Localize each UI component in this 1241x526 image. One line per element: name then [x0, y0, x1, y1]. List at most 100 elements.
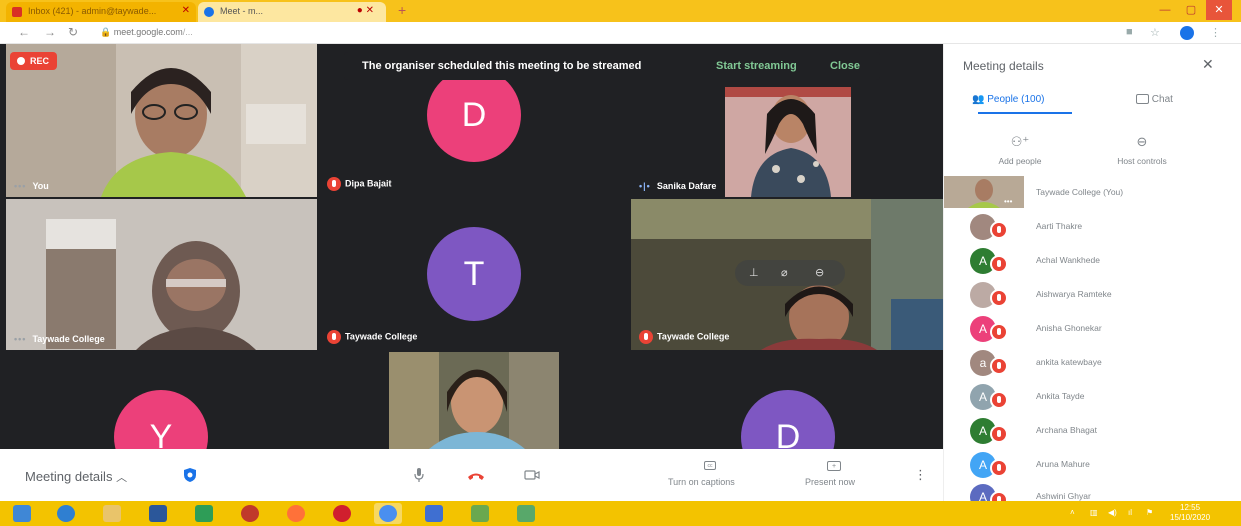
close-tab-icon[interactable]: ● ✕	[357, 5, 374, 16]
app-icon	[425, 505, 443, 522]
participant-tile-taywade-1[interactable]: ••• Taywade College	[6, 199, 317, 350]
more-options-icon[interactable]: ⋮	[914, 467, 927, 483]
participant-name: Aishwarya Ramteke	[1036, 289, 1112, 299]
taskbar-file-explorer[interactable]	[98, 503, 126, 524]
lock-icon: 🔒	[100, 27, 114, 37]
url-path: /...	[182, 27, 193, 37]
tile-hover-controls: ⊥ ⌀ ⊖	[735, 260, 845, 286]
participant-row[interactable]: A Ashwini Ghyar	[944, 480, 1241, 501]
volume-icon[interactable]: ◀)	[1108, 508, 1117, 517]
start-button[interactable]	[8, 503, 36, 524]
mic-off-icon	[990, 323, 1008, 341]
taskbar-green-app[interactable]	[190, 503, 218, 524]
participant-row[interactable]: Aarti Thakre	[944, 210, 1241, 244]
camera-permission-icon[interactable]: ■	[1126, 26, 1133, 38]
tab-meet[interactable]: Meet - m... ● ✕	[198, 2, 386, 22]
excel-icon	[517, 505, 535, 522]
shield-icon[interactable]	[183, 467, 197, 483]
taskbar-blue-app[interactable]	[420, 503, 448, 524]
participant-name: Archana Bhagat	[1036, 425, 1097, 435]
microphone-icon[interactable]	[413, 467, 425, 483]
tile-name-dipa: Dipa Bajait	[327, 177, 392, 191]
taskbar-excel[interactable]	[512, 503, 540, 524]
participant-tile-student[interactable]	[389, 352, 559, 449]
pin-icon[interactable]: ⊥	[749, 260, 759, 286]
participant-row[interactable]: A Achal Wankhede	[944, 244, 1241, 278]
meeting-details-panel: Meeting details ✕ 👥 People (100) Chat ⚇⁺…	[943, 44, 1241, 501]
host-controls-button[interactable]: ⊖ Host controls	[1102, 134, 1182, 166]
participant-row[interactable]: Taywade College (You)	[944, 176, 1241, 210]
present-now-button[interactable]: + Present now	[795, 459, 875, 495]
forward-arrow-icon[interactable]: →	[44, 25, 56, 39]
start-streaming-button[interactable]: Start streaming	[716, 52, 797, 80]
add-people-button[interactable]: ⚇⁺ Add people	[992, 134, 1048, 166]
participant-row[interactable]: Aishwarya Ramteke	[944, 278, 1241, 312]
captions-button[interactable]: cc Turn on captions	[660, 459, 760, 495]
add-people-label: Add people	[998, 156, 1042, 166]
tab-inbox[interactable]: Inbox (421) - admin@taywade... ✕	[6, 2, 196, 22]
end-call-icon[interactable]	[467, 471, 485, 481]
tab-active-indicator	[978, 112, 1072, 114]
participant-row[interactable]: A Aruna Mahure	[944, 448, 1241, 482]
network-icon[interactable]: ▥	[1090, 508, 1098, 517]
close-window-button[interactable]: ✕	[1206, 0, 1232, 20]
close-tab-icon[interactable]: ✕	[182, 5, 190, 16]
captions-label: Turn on captions	[668, 477, 735, 487]
clock-date: 15/10/2020	[1170, 513, 1211, 522]
new-tab-button[interactable]: +	[398, 2, 406, 18]
reload-icon[interactable]: ↻	[68, 25, 78, 39]
mute-participant-icon[interactable]: ⌀	[781, 260, 788, 286]
participant-tile-y[interactable]: Y	[6, 352, 317, 449]
bookmark-star-icon[interactable]: ☆	[1150, 26, 1160, 39]
participant-tile-taywade-2[interactable]: T Taywade College	[319, 199, 629, 350]
avatar-y: Y	[114, 390, 208, 449]
folder-icon	[103, 505, 121, 522]
banner-close-button[interactable]: Close	[830, 52, 860, 80]
host-controls-label: Host controls	[1117, 156, 1167, 166]
word-icon	[149, 505, 167, 522]
camera-icon[interactable]	[524, 469, 540, 481]
meeting-details-button[interactable]: Meeting details ︿	[25, 469, 127, 485]
tile-name-taywade-1: ••• Taywade College	[14, 334, 105, 344]
taskbar-word[interactable]	[144, 503, 172, 524]
taskbar-firefox[interactable]	[282, 503, 310, 524]
taskbar-chrome[interactable]	[374, 503, 402, 524]
taskbar-photos[interactable]	[466, 503, 494, 524]
avatar-taywade: T	[427, 227, 521, 321]
participant-tile-d2[interactable]: D	[631, 352, 943, 449]
participant-row[interactable]: A Ankita Tayde	[944, 380, 1241, 414]
participant-name: Taywade College (You)	[1036, 187, 1124, 197]
taskbar-red-app[interactable]	[236, 503, 264, 524]
taskbar-opera[interactable]	[328, 503, 356, 524]
participant-row[interactable]: A Anisha Ghonekar	[944, 312, 1241, 346]
back-arrow-icon[interactable]: ←	[18, 25, 30, 39]
close-panel-icon[interactable]: ✕	[1202, 56, 1214, 73]
tab-people[interactable]: 👥 People (100)	[972, 94, 1045, 105]
remove-participant-icon[interactable]: ⊖	[815, 260, 824, 286]
tile-name-sanika: •|• Sanika Dafare	[639, 181, 717, 191]
tab-chat[interactable]: Chat	[1136, 94, 1173, 105]
meet-icon	[204, 7, 214, 17]
participant-row[interactable]: a ankita katewbaye	[944, 346, 1241, 380]
chevron-up-icon: ︿	[116, 472, 128, 484]
avatar-d2: D	[741, 390, 835, 449]
participant-name: Aarti Thakre	[1036, 221, 1083, 231]
flag-icon[interactable]: ⚑	[1146, 508, 1153, 517]
more-vert-icon[interactable]: ⋮	[1210, 26, 1221, 39]
url-field[interactable]: 🔒 meet.google.com/...	[100, 27, 193, 38]
participant-name: ankita katewbaye	[1036, 357, 1102, 367]
windows-taskbar: ˄ ▥ ◀) ıl ⚑ 12:55 15/10/2020	[0, 501, 1241, 526]
internet-explorer-icon	[57, 505, 75, 522]
participant-row[interactable]: A Archana Bhagat	[944, 414, 1241, 448]
profile-avatar[interactable]	[1180, 26, 1194, 40]
browser-tab-strip: Inbox (421) - admin@taywade... ✕ Meet - …	[0, 0, 1241, 22]
tray-arrow-icon[interactable]: ˄	[1070, 508, 1075, 517]
maximize-button[interactable]: ▢	[1178, 0, 1204, 20]
minimize-button[interactable]: —	[1152, 0, 1178, 20]
system-clock[interactable]: 12:55 15/10/2020	[1170, 503, 1210, 523]
present-now-label: Present now	[805, 477, 856, 487]
streaming-banner: The organiser scheduled this meeting to …	[344, 52, 880, 80]
signal-icon[interactable]: ıl	[1128, 508, 1132, 517]
taskbar-internet-explorer[interactable]	[52, 503, 80, 524]
clock-time: 12:55	[1180, 503, 1201, 512]
